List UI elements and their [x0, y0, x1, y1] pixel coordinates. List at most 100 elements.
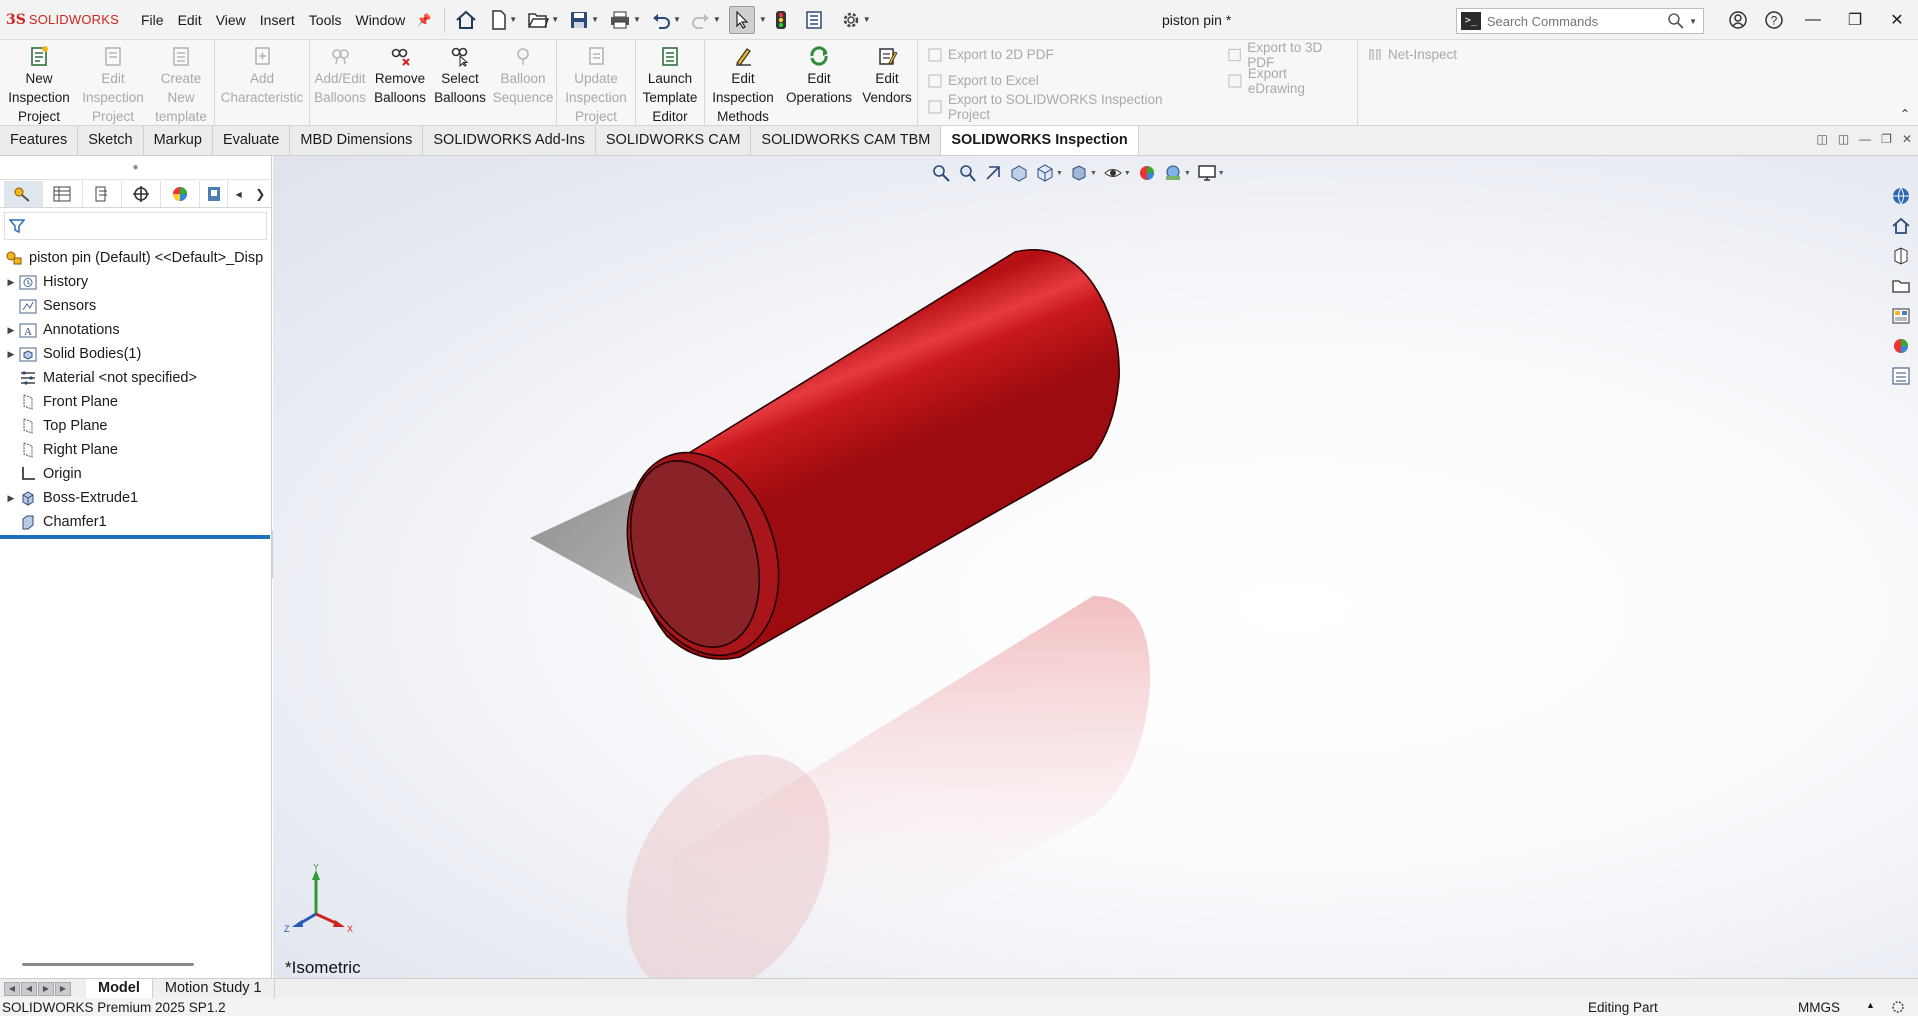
search-commands-box[interactable]: >_ ▼ [1456, 8, 1704, 34]
chevron-right-icon[interactable]: ❯ [249, 187, 271, 201]
open-button[interactable]: ▼ [525, 6, 567, 34]
minimize-button[interactable]: — [1792, 11, 1834, 29]
home-button[interactable] [453, 6, 479, 34]
account-button[interactable] [1720, 10, 1756, 30]
home-tab[interactable] [1888, 214, 1914, 238]
tree-item-history[interactable]: ▶ History [0, 270, 271, 294]
launch-template-editor-button[interactable]: Launch Template Editor [636, 40, 704, 126]
tree-item-solid-bodies-1[interactable]: ▶ Solid Bodies(1) [0, 342, 271, 366]
panel-grip[interactable]: ● [0, 156, 271, 180]
tab-solidworks-cam[interactable]: SOLIDWORKS CAM [595, 126, 752, 155]
chevron-down-icon[interactable]: ▼ [509, 15, 517, 24]
help-button[interactable]: ? [1756, 10, 1792, 30]
display-style-button[interactable]: ▼ [1069, 163, 1097, 183]
pin-menu-icon[interactable]: 📌 [412, 13, 436, 27]
zoom-to-fit-button[interactable] [931, 163, 951, 183]
tab-solidworks-cam-tbm[interactable]: SOLIDWORKS CAM TBM [751, 126, 942, 155]
file-explorer-tab[interactable] [1888, 274, 1914, 298]
edit-operations-button[interactable]: Edit Operations [781, 40, 857, 126]
configuration-manager-tab[interactable] [83, 180, 122, 207]
first-tab-icon[interactable]: ◀ [4, 981, 20, 996]
edit-vendors-button[interactable]: Edit Vendors [857, 40, 917, 126]
design-library-tab[interactable] [1888, 244, 1914, 268]
tab-mbd-dimensions[interactable]: MBD Dimensions [290, 126, 424, 155]
remove-balloons-button[interactable]: Remove Balloons [370, 40, 430, 126]
horizontal-scrollbar[interactable] [22, 963, 194, 966]
collapse-ribbon-icon[interactable]: ⌃ [1900, 107, 1910, 121]
panel-right-icon[interactable]: ◫ [1838, 132, 1849, 146]
next-tab-icon[interactable]: ▶ [38, 981, 54, 996]
save-button[interactable]: ▼ [567, 6, 607, 34]
new-document-button[interactable]: ▼ [489, 6, 525, 34]
previous-view-button[interactable] [983, 163, 1003, 183]
edit-inspection-methods-button[interactable]: Edit Inspection Methods [705, 40, 781, 126]
chevron-down-icon[interactable]: ▼ [713, 15, 721, 24]
doc-close-button[interactable]: ✕ [1902, 132, 1912, 146]
tab-evaluate[interactable]: Evaluate [212, 126, 291, 155]
chevron-down-icon[interactable]: ▼ [1689, 17, 1697, 26]
tab-motion-study-1[interactable]: Motion Study 1 [153, 978, 275, 999]
cam-manager-tab[interactable] [200, 180, 228, 207]
solidworks-logo[interactable]: 3S SOLIDWORKS [0, 0, 134, 40]
graphics-area[interactable]: ▼ ▼ ▼ ▼ ▼ Y Z X *Isometric [273, 156, 1918, 978]
menu-file[interactable]: File [134, 0, 171, 40]
chevron-down-icon[interactable]: ▼ [759, 15, 767, 24]
chevron-left-icon[interactable]: ◂ [228, 187, 250, 201]
customize-status-icon[interactable] [1890, 1000, 1906, 1016]
tree-item-origin[interactable]: Origin [0, 462, 271, 486]
chevron-down-icon[interactable]: ▼ [863, 15, 871, 24]
solidworks-resources-tab[interactable] [1888, 184, 1914, 208]
chevron-down-icon[interactable]: ▼ [633, 15, 641, 24]
tab-markup[interactable]: Markup [143, 126, 213, 155]
rebuild-button[interactable] [773, 6, 789, 34]
tree-filter[interactable] [4, 212, 267, 240]
appearances-tab[interactable] [1888, 334, 1914, 358]
zoom-area-button[interactable] [957, 163, 977, 183]
chevron-up-icon[interactable]: ▲ [1866, 1000, 1875, 1010]
panel-left-icon[interactable]: ◫ [1816, 132, 1827, 146]
tree-root-part[interactable]: piston pin (Default) <<Default>_Disp [0, 246, 271, 270]
hide-show-items-button[interactable]: ▼ [1103, 163, 1131, 183]
search-input[interactable] [1486, 13, 1666, 29]
tree-item-front-plane[interactable]: Front Plane [0, 390, 271, 414]
tree-item-top-plane[interactable]: Top Plane [0, 414, 271, 438]
view-palette-tab[interactable] [1888, 304, 1914, 328]
expand-arrow-icon[interactable]: ▶ [4, 349, 18, 360]
feature-manager-tab[interactable] [4, 180, 44, 207]
view-settings-button[interactable]: ▼ [1197, 163, 1225, 183]
tab-features[interactable]: Features [0, 126, 79, 155]
chevron-down-icon[interactable]: ▼ [673, 15, 681, 24]
dimxpert-manager-tab[interactable] [122, 180, 162, 207]
tree-item-sensors[interactable]: Sensors [0, 294, 271, 318]
property-manager-tab[interactable] [43, 180, 83, 207]
menu-edit[interactable]: Edit [171, 0, 209, 40]
undo-button[interactable]: ▼ [649, 6, 689, 34]
tab-model[interactable]: Model [86, 978, 153, 999]
edit-appearance-button[interactable] [1137, 163, 1157, 183]
tree-item-right-plane[interactable]: Right Plane [0, 438, 271, 462]
rollback-bar[interactable] [0, 535, 270, 539]
tab-sketch[interactable]: Sketch [78, 126, 144, 155]
view-orientation-button[interactable]: ▼ [1035, 163, 1063, 183]
piston-pin-model[interactable] [273, 156, 1918, 978]
tree-item-annotations[interactable]: ▶ A Annotations [0, 318, 271, 342]
select-balloons-button[interactable]: Select Balloons [430, 40, 490, 126]
file-properties-button[interactable] [803, 6, 825, 34]
chevron-down-icon[interactable]: ▼ [591, 15, 599, 24]
chevron-down-icon[interactable]: ▼ [551, 15, 559, 24]
tree-item-material-not-specified[interactable]: Material <not specified> [0, 366, 271, 390]
apply-scene-button[interactable]: ▼ [1163, 163, 1191, 183]
display-manager-tab[interactable] [161, 180, 201, 207]
custom-properties-tab[interactable] [1888, 364, 1914, 388]
menu-window[interactable]: Window [348, 0, 412, 40]
expand-arrow-icon[interactable]: ▶ [4, 325, 18, 336]
menu-tools[interactable]: Tools [302, 0, 349, 40]
last-tab-icon[interactable]: ▶ [55, 981, 71, 996]
section-view-button[interactable] [1009, 163, 1029, 183]
options-button[interactable]: ▼ [839, 6, 879, 34]
doc-minimize-button[interactable]: — [1859, 132, 1871, 146]
previous-tab-icon[interactable]: ◀ [21, 981, 37, 996]
menu-insert[interactable]: Insert [253, 0, 302, 40]
tree-item-boss-extrude1[interactable]: ▶ Boss-Extrude1 [0, 486, 271, 510]
select-button[interactable] [728, 5, 755, 34]
